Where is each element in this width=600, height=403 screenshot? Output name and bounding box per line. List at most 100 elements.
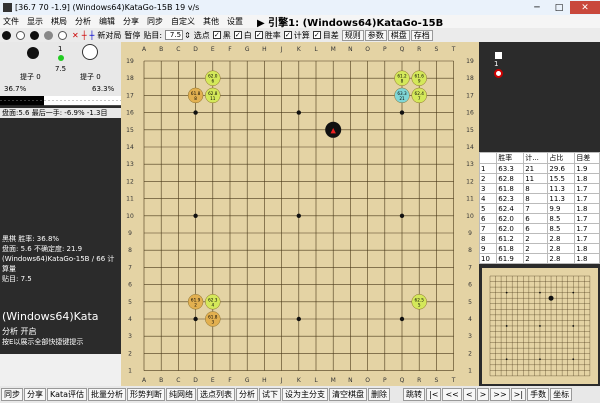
maximize-button[interactable]: □ [548,1,570,14]
table-cell: 5 [478,203,498,214]
mini-star-point [572,358,575,361]
minimize-button[interactable]: ─ [526,1,548,14]
table-header[interactable]: 占比 [547,152,576,164]
save-button[interactable]: 存档 [410,29,433,41]
table-row[interactable]: 4 62.3 8 11.3 1.7 [478,193,600,204]
komi-input[interactable]: 7.5 [165,30,184,40]
row-label: 3 [128,333,132,340]
winrate-checkbox[interactable]: ✓ [254,31,263,39]
row-label: 1 [128,368,132,375]
to-move-indicator [58,55,64,61]
table-cell: 62.0 [496,213,525,224]
menu-settings[interactable]: 设置 [227,16,243,27]
gray-stone-icon[interactable] [44,30,53,40]
new-game-button[interactable]: 新对局 [97,30,121,41]
coords-button[interactable]: 坐标 [550,388,573,401]
board-canvas[interactable]: AABBCCDDEEFFGGHHJJKKLLMMNNOOPPQQRRSSTT19… [121,42,479,386]
table-cell: 62.4 [496,203,525,214]
table-row[interactable]: 3 61.8 8 11.3 1.7 [478,183,600,194]
table-cell: 8.5 [547,223,576,234]
table-row[interactable]: 8 61.2 2 2.8 1.7 [478,233,600,244]
go-board[interactable]: A A B B C C D D E E F F G G H H J J K K L L M M N N O O P P Q Q R R S S T T 19… [121,42,479,386]
menu-edit[interactable]: 编辑 [99,16,115,27]
black-checkbox[interactable]: ✓ [212,31,221,39]
table-cell: 2 [523,233,549,244]
winrate-graph[interactable] [0,96,121,151]
white-stone-icon[interactable] [16,30,25,40]
black-stone-icon[interactable] [2,30,11,40]
try-play-button[interactable]: 试下 [259,388,282,401]
back-10-button[interactable]: << [442,388,462,401]
row-label: 1 [468,368,472,375]
set-main-branch-button[interactable]: 设为主分支 [282,388,329,401]
table-header[interactable]: 目差 [574,152,600,164]
menu-sync[interactable]: 同步 [147,16,163,27]
row-label: 6 [128,282,132,289]
white-checkbox[interactable]: ✓ [233,31,242,39]
pause-button[interactable]: 暂停 [124,30,140,41]
row-label: 13 [466,161,474,168]
clear-board-button[interactable]: 清空棋盘 [329,388,368,401]
table-row[interactable]: 7 62.0 6 8.5 1.7 [478,223,600,234]
target-checkbox[interactable]: ✓ [312,31,321,39]
table-header[interactable]: 胜率 [496,152,525,164]
menu-file[interactable]: 文件 [3,16,19,27]
mini-board[interactable] [482,268,598,384]
column-label: S [434,46,438,53]
table-row[interactable]: 9 61.8 2 2.8 1.8 [478,243,600,254]
column-label: F [228,377,232,384]
white-captures: 提子 0 [80,73,101,81]
forward-button[interactable]: > [476,388,490,401]
candidate-playouts: 5 [418,302,421,307]
remove-stone-icon[interactable]: ┼ [90,31,95,40]
column-label: P [383,46,387,53]
table-cell: 6 [478,213,498,224]
close-button[interactable]: ✕ [570,1,600,14]
add-stone-icon[interactable]: ┼ [82,31,87,40]
table-cell: 61.9 [496,253,525,264]
judge-button[interactable]: 形势判断 [127,388,166,401]
menu-other[interactable]: 其他 [203,16,219,27]
menu-analysis[interactable]: 分析 [75,16,91,27]
candidate-list-button[interactable]: 选点列表 [197,388,236,401]
candidate-table[interactable]: 胜率 计... 占比 目差 1 63.3 21 29.6 1.9 2 62.8 11 15.5 1… [478,152,600,264]
preview-move-number: 1 [494,60,499,68]
table-row[interactable]: 5 62.4 7 9.9 1.8 [478,203,600,214]
menu-custom[interactable]: 自定义 [171,16,195,27]
table-row[interactable]: 2 62.8 11 15.5 1.8 [478,173,600,184]
menu-share[interactable]: 分享 [123,16,139,27]
menu-view[interactable]: 显示 [27,16,43,27]
table-row[interactable]: 10 61.9 2 2.8 1.8 [478,253,600,264]
delete-button[interactable]: 删除 [368,388,391,401]
play-black-icon[interactable] [30,30,39,40]
pure-network-button[interactable]: 纯网络 [166,388,197,401]
table-cell: 1.7 [574,213,600,224]
mark-tool-icon[interactable]: ✕ [72,31,79,40]
table-header[interactable] [478,152,498,164]
first-move-button[interactable]: |< [426,388,442,401]
table-header[interactable]: 计... [523,152,549,164]
table-row[interactable]: 6 62.0 6 8.5 1.7 [478,213,600,224]
params-button[interactable]: 参数 [364,29,387,41]
column-label: H [262,46,267,53]
analysis-info: 黑棋 胜率: 36.8% 盘面: 5.6 不确定度: 21.9 (Windows… [0,232,121,292]
rules-button[interactable]: 规则 [341,29,364,41]
batch-analysis-button[interactable]: 批量分析 [88,388,127,401]
sync-button[interactable]: 同步 [1,388,23,401]
menu-game[interactable]: 棋局 [51,16,67,27]
play-white-icon[interactable] [58,30,67,40]
back-button[interactable]: < [462,388,476,401]
forward-10-button[interactable]: >> [490,388,510,401]
table-cell: 10 [478,253,498,264]
share-button[interactable]: 分享 [24,388,46,401]
komi-spinner-icon[interactable]: ⇕ [184,31,191,40]
calc-checkbox[interactable]: ✓ [283,31,292,39]
engine-label[interactable]: ▶ 引擎1: (Windows64)KataGo-15B [257,14,443,29]
move-count-button[interactable]: 手数 [527,388,550,401]
table-row[interactable]: 1 63.3 21 29.6 1.9 [478,163,600,174]
analyze-button[interactable]: 分析 [236,388,259,401]
jump-button[interactable]: 跳转 [403,388,426,401]
last-move-button[interactable]: >| [510,388,527,401]
kata-eval-button[interactable]: Kata评估 [47,388,88,401]
board-button[interactable]: 棋盘 [387,29,410,41]
